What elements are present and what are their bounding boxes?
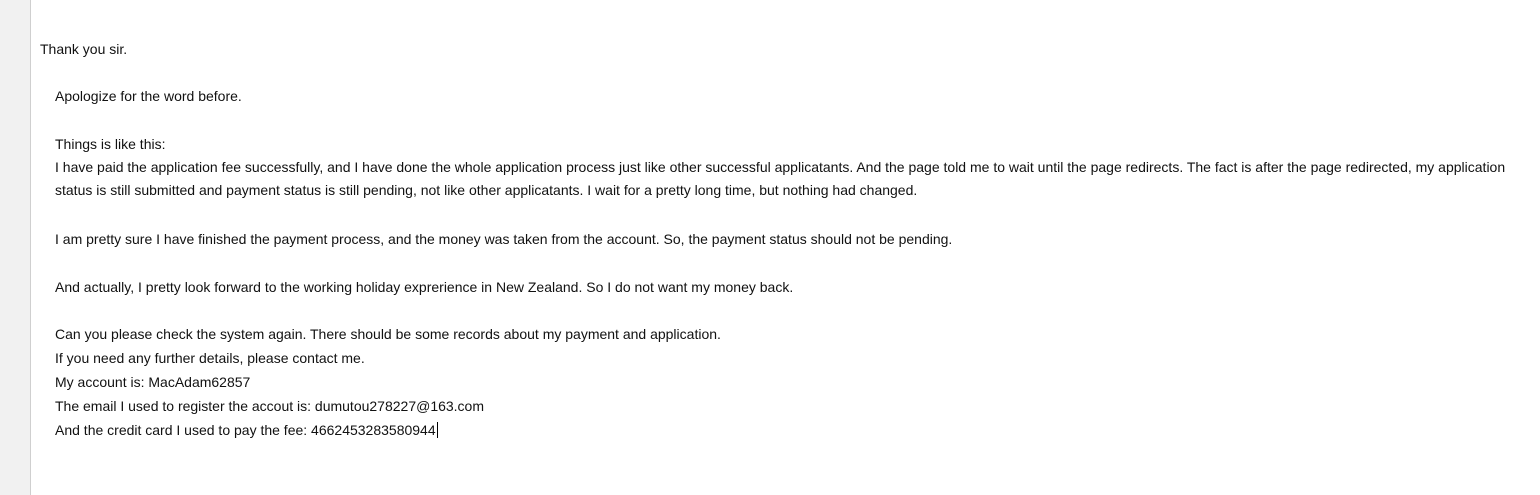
main-paragraph: I have paid the application fee successf… [40, 156, 1516, 202]
card-line: And the credit card I used to pay the fe… [55, 422, 436, 438]
holiday-note-line: And actually, I pretty look forward to t… [55, 279, 794, 295]
main-paragraph-text: I have paid the application fee successf… [55, 159, 1506, 198]
email-line: The email I used to register the accout … [55, 398, 485, 414]
greeting-line: Thank you sir. [40, 41, 128, 57]
contact-request-line: If you need any further details, please … [55, 350, 365, 366]
left-gutter [0, 0, 31, 495]
apology-line: Apologize for the word before. [55, 88, 242, 104]
intro-line: Things is like this: [55, 136, 166, 152]
check-request-line: Can you please check the system again. T… [55, 326, 721, 342]
payment-note-line: I am pretty sure I have finished the pay… [55, 231, 953, 247]
account-line: My account is: MacAdam62857 [55, 374, 251, 390]
card-line-container: And the credit card I used to pay the fe… [40, 422, 438, 439]
text-cursor [436, 422, 438, 438]
message-editor[interactable]: Thank you sir. Apologize for the word be… [31, 0, 1540, 495]
